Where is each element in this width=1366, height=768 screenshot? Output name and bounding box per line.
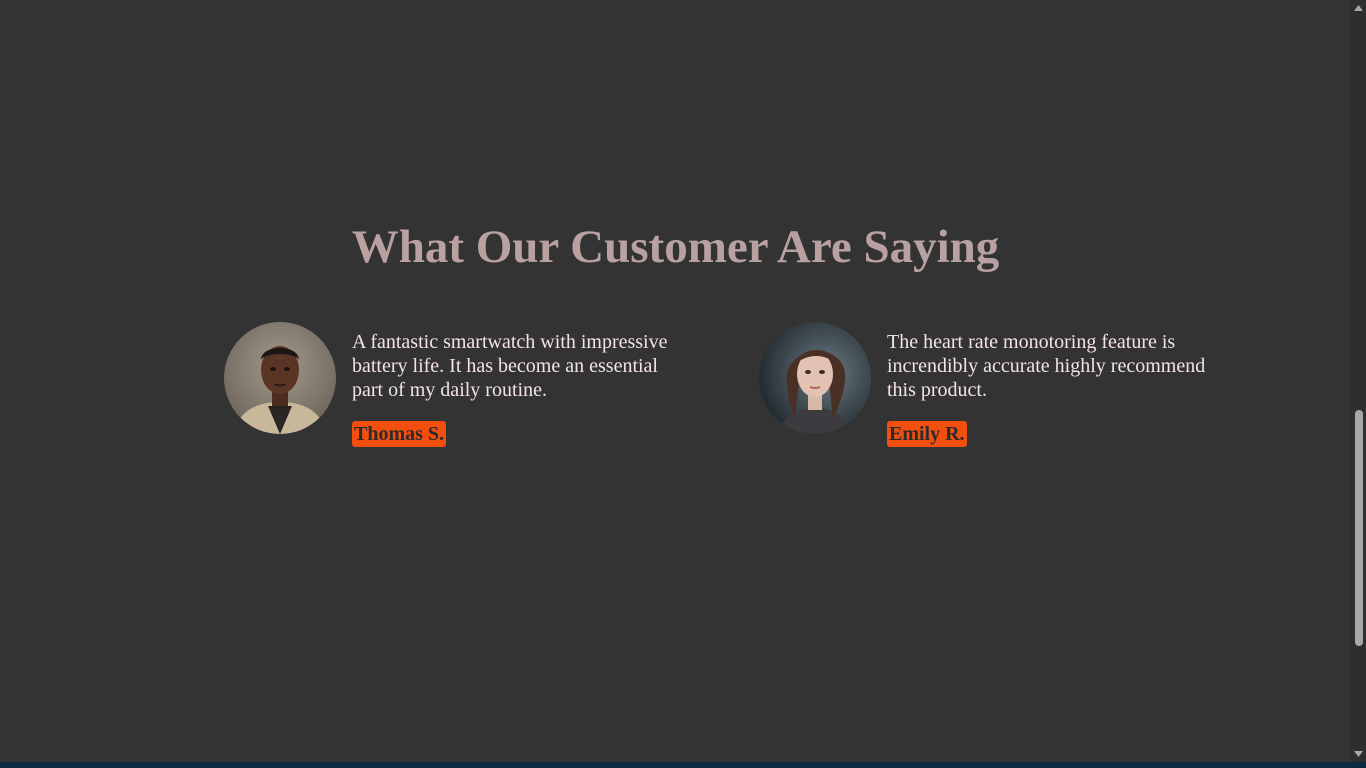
woman-portrait-icon: [759, 322, 871, 434]
customer-avatar: [224, 322, 336, 434]
vertical-scrollbar[interactable]: [1351, 0, 1366, 762]
bottom-edge-strip: [0, 762, 1366, 768]
scrollbar-thumb[interactable]: [1355, 410, 1363, 646]
scroll-down-arrow-icon[interactable]: [1351, 746, 1366, 762]
man-portrait-icon: [224, 322, 336, 434]
testimonials-section: What Our Customer Are Saying A fantastic…: [0, 0, 1351, 762]
customer-avatar: [759, 322, 871, 434]
section-title: What Our Customer Are Saying: [351, 221, 1000, 273]
testimonial-quote: The heart rate monotoring feature is inc…: [887, 331, 1206, 401]
testimonial-quote: A fantastic smartwatch with impressive b…: [352, 331, 668, 401]
customer-name-badge: Thomas S.: [352, 421, 447, 447]
customer-name-badge: Emily R.: [887, 421, 967, 447]
testimonial-card: The heart rate monotoring feature is inc…: [759, 322, 1209, 452]
scroll-up-arrow-icon[interactable]: [1351, 0, 1366, 16]
page: What Our Customer Are Saying A fantastic…: [0, 0, 1366, 768]
testimonial-card: A fantastic smartwatch with impressive b…: [224, 322, 674, 452]
